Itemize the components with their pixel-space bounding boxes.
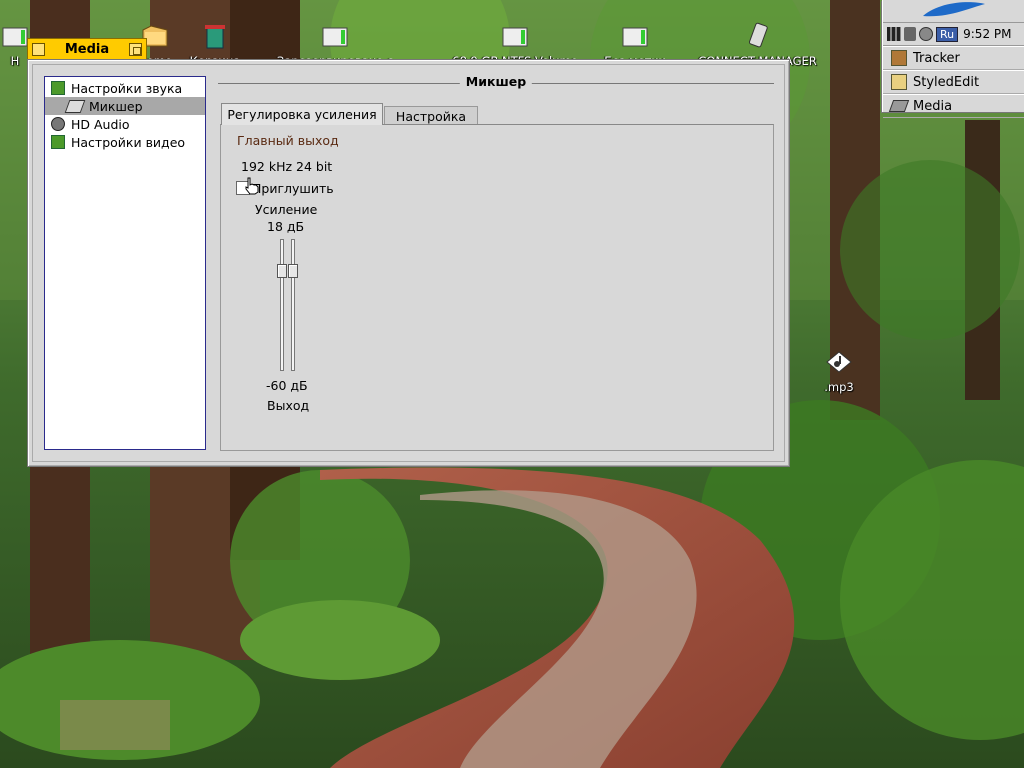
section-header: Микшер [218,74,774,92]
list-item-video-settings[interactable]: Настройки видео [45,133,205,151]
mute-label: Приглушить [252,181,334,196]
section-title: Микшер [459,74,533,89]
volume-icon[interactable] [919,27,933,41]
tab-setup[interactable]: Настройка [384,106,478,125]
deskbar: Ru 9:52 PM Tracker StyledEdit Media [882,0,1024,118]
deskbar-app-styled-edit[interactable]: StyledEdit [883,70,1024,94]
speaker-icon [51,81,65,95]
deskbar-app-tracker[interactable]: Tracker [883,46,1024,70]
hand-cursor-icon [245,177,259,195]
gain-slider-right-thumb[interactable] [288,264,298,278]
keyboard-locale-badge[interactable]: Ru [936,26,959,42]
audio-device-icon [51,117,65,131]
deskbar-menu-button[interactable] [883,0,1024,23]
channel-output-label: Выход [267,398,310,413]
clock[interactable]: 9:52 PM [963,27,1011,41]
close-button[interactable] [32,43,45,56]
list-item-mixer[interactable]: Микшер [45,97,205,115]
mixer-icon [64,99,86,113]
usb-drive-icon [748,22,768,48]
gain-max-label: 18 дБ [267,219,305,234]
gain-label: Усиление [255,202,318,217]
cpu-monitor-icon[interactable] [887,27,901,41]
tab-gain-control[interactable]: Регулировка усиления [221,103,383,125]
tracker-icon [891,50,907,66]
settings-list[interactable]: Настройки звука Микшер HD Audio Настройк… [44,76,206,450]
gain-slider-right-track[interactable] [291,239,295,371]
gain-slider-left-track[interactable] [280,239,284,371]
list-item-hd-audio[interactable]: HD Audio [45,115,205,133]
audio-file-icon [826,351,852,373]
deskbar-app-media[interactable]: Media [883,94,1024,118]
disk-icon [622,27,648,47]
network-icon[interactable] [904,27,916,41]
list-item-sound-settings[interactable]: Настройки звука [45,79,205,97]
window-title: Media [64,42,110,57]
video-icon [51,135,65,149]
media-icon [888,100,910,112]
channel-group-title: Главный выход [237,133,339,148]
disk-icon [322,27,348,47]
gain-slider-left-thumb[interactable] [277,264,287,278]
window-tab[interactable]: Media [27,38,147,60]
deskbar-tray: Ru 9:52 PM [883,23,1024,46]
zoom-button[interactable] [128,43,142,56]
trash-icon [205,25,225,49]
channel-format: 192 kHz 24 bit [241,159,333,174]
desktop-icon-mp3-file[interactable]: .mp3 [784,346,894,394]
disk-icon [502,27,528,47]
gain-min-label: -60 дБ [266,378,308,393]
haiku-leaf-icon [923,2,985,17]
styled-edit-icon [891,74,907,90]
